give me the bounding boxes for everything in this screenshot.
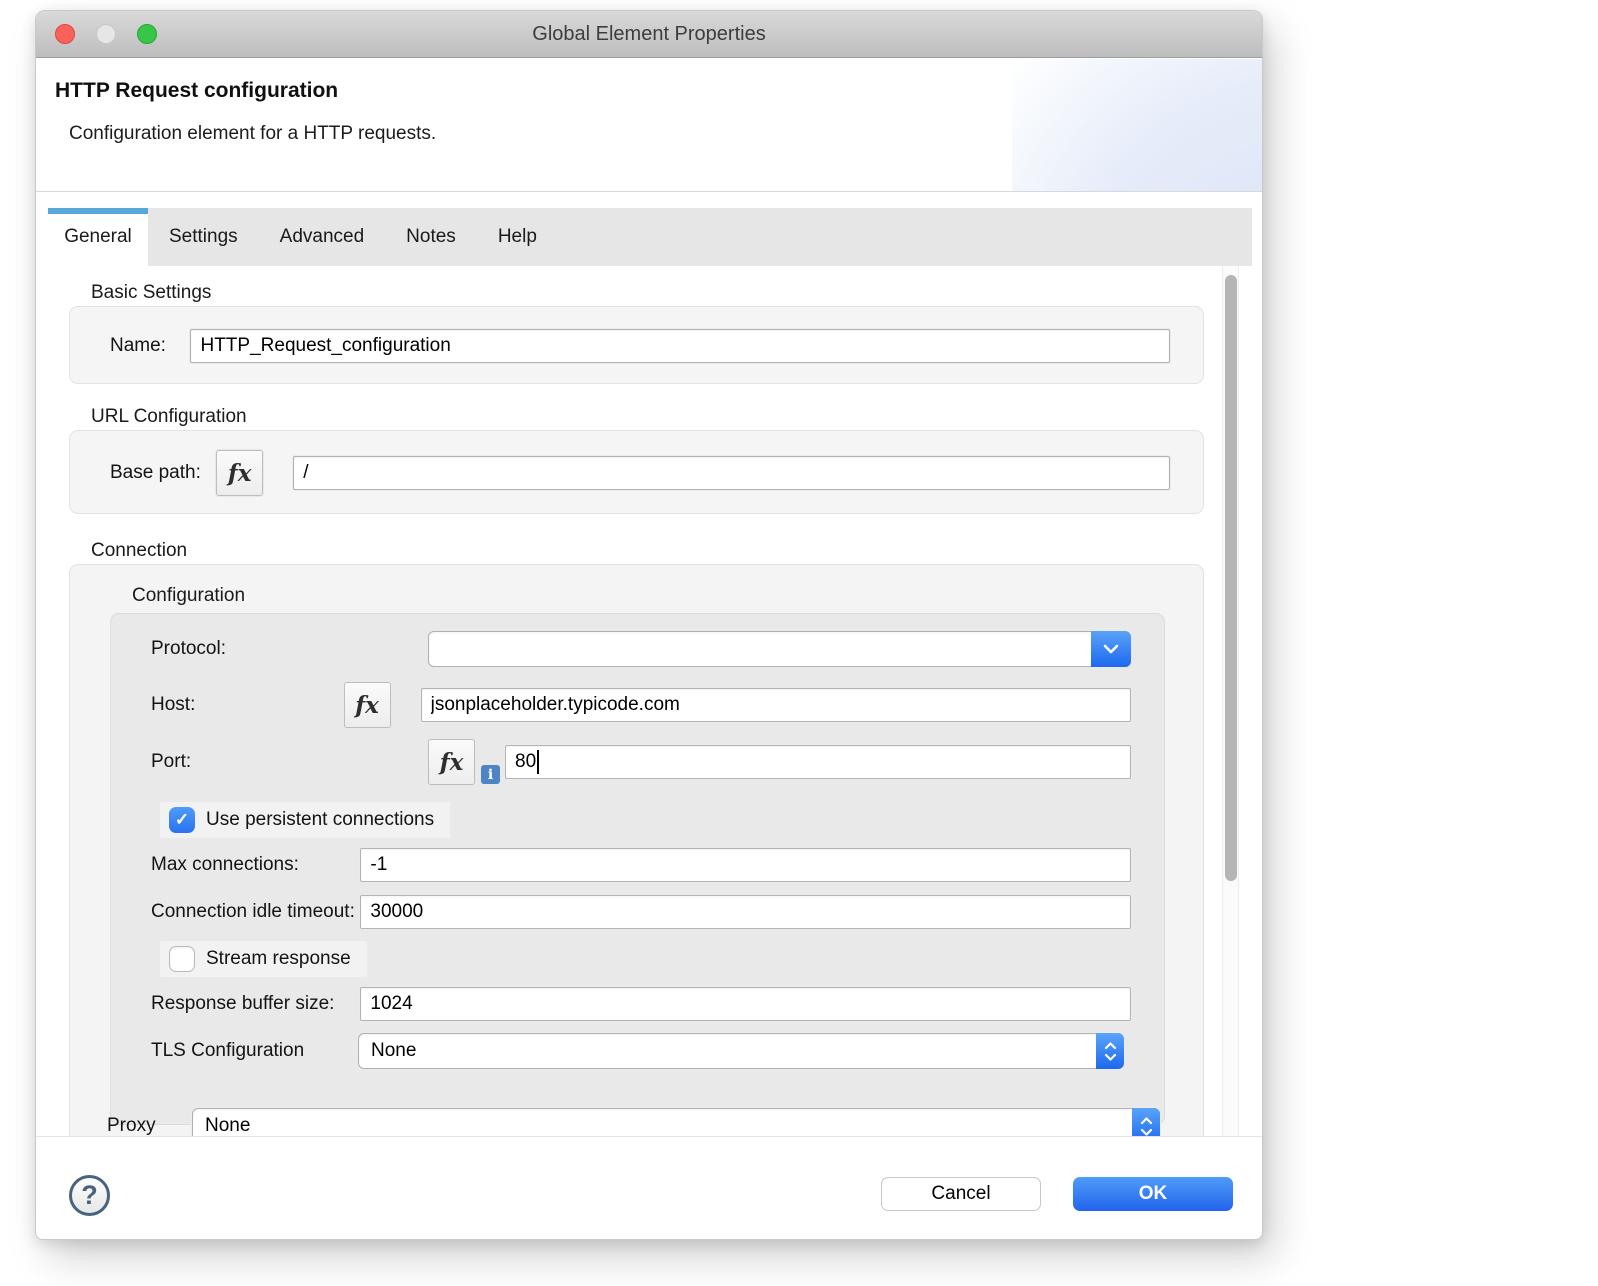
host-label: Host: <box>151 694 344 716</box>
base-path-label: Base path: <box>110 462 216 484</box>
protocol-label: Protocol: <box>151 638 428 660</box>
response-buffer-label: Response buffer size: <box>151 993 360 1015</box>
tab-notes[interactable]: Notes <box>385 208 477 266</box>
scrollbar-thumb[interactable] <box>1225 275 1237 881</box>
tab-general[interactable]: General <box>48 208 148 266</box>
name-input[interactable] <box>190 329 1170 363</box>
configuration-group: Protocol: Host: fx <box>110 613 1165 1125</box>
vertical-scrollbar[interactable] <box>1222 266 1239 1136</box>
idle-timeout-label: Connection idle timeout: <box>151 901 360 923</box>
connection-group: Configuration Protocol: Host: <box>69 564 1204 1136</box>
question-mark-icon: ? <box>81 1180 98 1211</box>
host-input[interactable] <box>421 688 1131 722</box>
help-button[interactable]: ? <box>69 1175 110 1216</box>
url-configuration-group: Base path: fx <box>69 430 1204 514</box>
port-fx-button[interactable]: fx <box>428 739 475 785</box>
ok-button[interactable]: OK <box>1073 1177 1233 1211</box>
response-buffer-input[interactable] <box>360 987 1131 1021</box>
name-label: Name: <box>110 335 190 357</box>
tab-help[interactable]: Help <box>477 208 558 266</box>
stream-response-checkbox[interactable]: Stream response <box>160 941 367 977</box>
info-icon: i <box>481 765 500 784</box>
base-path-fx-button[interactable]: fx <box>216 450 263 496</box>
page-title: HTTP Request configuration <box>55 79 338 103</box>
fx-icon: fx <box>355 692 379 719</box>
dialog-header: HTTP Request configuration Configuration… <box>36 59 1262 192</box>
global-element-properties-dialog: Global Element Properties HTTP Request c… <box>35 10 1263 1240</box>
window-title: Global Element Properties <box>36 11 1262 58</box>
header-decoration <box>1012 59 1262 192</box>
protocol-dropdown[interactable] <box>428 631 1131 667</box>
checkbox-unchecked-icon[interactable] <box>169 946 195 972</box>
fx-icon: fx <box>228 460 252 487</box>
cancel-button[interactable]: Cancel <box>881 1177 1041 1211</box>
text-cursor <box>537 750 539 774</box>
proxy-select[interactable]: None <box>192 1108 1160 1136</box>
fx-icon: fx <box>440 749 464 776</box>
dialog-footer: ? Cancel OK <box>36 1136 1262 1240</box>
base-path-input[interactable] <box>293 456 1170 490</box>
tls-configuration-label: TLS Configuration <box>151 1040 358 1062</box>
stepper-icon[interactable] <box>1096 1033 1124 1069</box>
title-bar[interactable]: Global Element Properties <box>36 11 1262 58</box>
max-connections-label: Max connections: <box>151 854 360 876</box>
stepper-icon[interactable] <box>1132 1108 1160 1136</box>
port-input[interactable]: 80 <box>505 745 1131 779</box>
tls-configuration-value: None <box>359 1040 1123 1062</box>
tab-bar: General Settings Advanced Notes Help <box>48 208 1252 266</box>
proxy-label: Proxy <box>107 1115 192 1136</box>
use-persistent-connections-checkbox[interactable]: ✓ Use persistent connections <box>160 802 450 838</box>
connection-heading: Connection <box>91 540 187 562</box>
page-subtitle: Configuration element for a HTTP request… <box>69 123 436 145</box>
port-value: 80 <box>515 751 536 773</box>
checkbox-checked-icon[interactable]: ✓ <box>169 807 195 833</box>
port-label: Port: <box>151 751 428 773</box>
use-persistent-connections-label: Use persistent connections <box>206 809 434 831</box>
basic-settings-group: Name: <box>69 306 1204 384</box>
zoom-window-icon[interactable] <box>137 24 157 44</box>
tls-configuration-select[interactable]: None <box>358 1033 1124 1069</box>
chevron-down-icon[interactable] <box>1091 631 1131 667</box>
general-tab-panel: Basic Settings Name: URL Configuration B… <box>48 266 1252 1136</box>
max-connections-input[interactable] <box>360 848 1131 882</box>
host-fx-button[interactable]: fx <box>344 682 391 728</box>
idle-timeout-input[interactable] <box>360 895 1131 929</box>
url-configuration-heading: URL Configuration <box>91 406 247 428</box>
proxy-value: None <box>193 1115 1159 1136</box>
tab-settings[interactable]: Settings <box>148 208 259 266</box>
configuration-heading: Configuration <box>132 585 245 607</box>
tab-advanced[interactable]: Advanced <box>259 208 386 266</box>
close-window-icon[interactable] <box>55 24 75 44</box>
basic-settings-heading: Basic Settings <box>91 282 211 304</box>
stream-response-label: Stream response <box>206 948 351 970</box>
minimize-window-icon <box>96 24 116 44</box>
